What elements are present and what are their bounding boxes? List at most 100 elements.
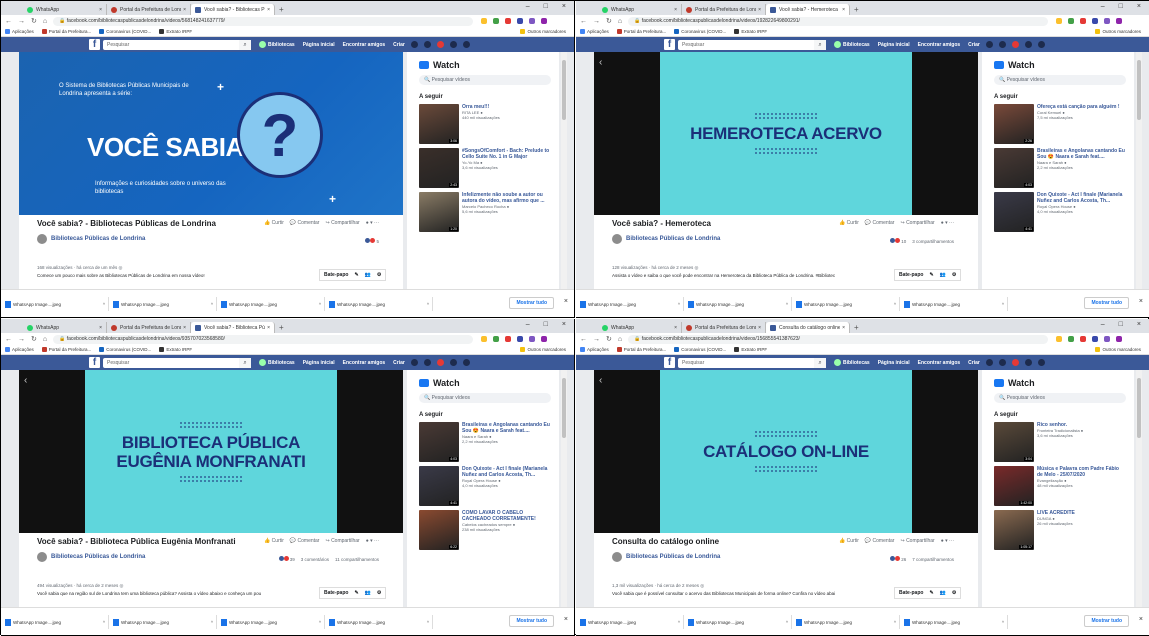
tab-prefeitura[interactable]: Portal da Prefeitura de Londrina×	[682, 4, 766, 15]
share-count[interactable]: 3 compartilhamentos	[912, 239, 954, 244]
up-next-item[interactable]: 4:41 Don Quixote - Act I finale (Marianel…	[419, 466, 555, 506]
extension-icon[interactable]	[541, 18, 548, 24]
maximize-icon[interactable]: □	[1119, 321, 1123, 328]
more-icon[interactable]: ● ▾ ···	[941, 538, 954, 544]
bookmark-item[interactable]: Aplicações	[580, 347, 609, 352]
tab-facebook-active[interactable]: Você sabia? - Hemeroteca ×	[766, 4, 850, 15]
bookmark-item[interactable]: Extrato IRPF	[734, 347, 767, 352]
tab-whatsapp[interactable]: WhatsApp ×	[598, 4, 682, 15]
close-window-icon[interactable]: ×	[562, 321, 566, 328]
forward-icon[interactable]: →	[18, 336, 25, 343]
close-download-icon[interactable]: ×	[564, 616, 568, 623]
facebook-logo[interactable]: f	[664, 357, 675, 368]
extension-icon[interactable]	[505, 336, 512, 342]
back-arrow-icon[interactable]: ‹	[24, 375, 27, 386]
download-item[interactable]: WhatsApp Image....jpeg ^	[904, 297, 1008, 311]
tab-facebook-active[interactable]: Você sabia? - Biblioteca Públic×	[191, 322, 275, 333]
video-thumbnail[interactable]: 4:03	[419, 422, 459, 462]
search-icon[interactable]: ⌕	[239, 357, 251, 368]
download-item[interactable]: WhatsApp Image....jpeg ^	[580, 297, 684, 311]
extension-icon[interactable]	[505, 18, 512, 24]
bookmark-item[interactable]: Coronavirus (COVID...	[674, 347, 726, 352]
watch-search-input[interactable]: 🔍 Pesquisar vídeos	[994, 393, 1126, 403]
up-next-item[interactable]: 1:20 Infelizmente não soube a autor ou au…	[419, 192, 555, 232]
messenger-icon[interactable]	[423, 41, 431, 48]
watch-search-input[interactable]: 🔍 Pesquisar vídeos	[419, 393, 551, 403]
bookmark-item[interactable]: Portal da Prefeitura...	[41, 347, 91, 352]
fb-nav-3[interactable]: Criar	[968, 360, 980, 366]
share-count[interactable]: 7 compartilhamentos	[912, 557, 954, 562]
settings-icon[interactable]: ⚙	[952, 590, 956, 596]
video-thumbnail[interactable]: 3:06	[419, 104, 459, 144]
video-thumbnail[interactable]: 1:42:00	[994, 466, 1034, 506]
tab-whatsapp[interactable]: WhatsApp ×	[23, 322, 107, 333]
other-bookmarks[interactable]: Outros marcadores	[1095, 29, 1141, 34]
notifications-icon[interactable]	[436, 41, 444, 48]
close-icon[interactable]: ×	[674, 7, 677, 13]
facebook-logo[interactable]: f	[664, 39, 675, 50]
scroll-thumb[interactable]	[562, 378, 566, 438]
compose-icon[interactable]: ✎	[354, 272, 358, 278]
bookmark-item[interactable]: Coronavirus (COVID...	[674, 29, 726, 34]
close-download-icon[interactable]: ×	[1139, 298, 1143, 305]
maximize-icon[interactable]: □	[544, 321, 548, 328]
up-next-item[interactable]: 1:05:17 LIVE ACREDITE DUNGA ● 26 mil visual…	[994, 510, 1130, 550]
friends-icon[interactable]	[410, 41, 418, 48]
tab-prefeitura[interactable]: Portal da Prefeitura de Londrina×	[682, 322, 766, 333]
forward-icon[interactable]: →	[593, 336, 600, 343]
chat-bar[interactable]: Bate-papo ✎ 👥 ⚙	[319, 587, 387, 599]
chevron-up-icon[interactable]: ^	[894, 302, 896, 307]
chevron-up-icon[interactable]: ^	[1002, 302, 1004, 307]
friends-icon[interactable]	[410, 359, 418, 366]
reaction-count[interactable]: 39	[278, 556, 295, 562]
chevron-up-icon[interactable]: ^	[894, 620, 896, 625]
tab-facebook-active[interactable]: Consulta do catálogo online ×	[766, 322, 850, 333]
minimize-icon[interactable]: –	[526, 321, 530, 328]
url-field[interactable]: 🔒 facebook.com/bibliotecaspublicasdelond…	[628, 334, 1049, 344]
close-window-icon[interactable]: ×	[1137, 3, 1141, 10]
extension-icon[interactable]	[481, 18, 488, 24]
compose-icon[interactable]: ✎	[354, 590, 358, 596]
extension-icon[interactable]	[529, 18, 536, 24]
reload-icon[interactable]: ↻	[31, 17, 37, 25]
close-download-icon[interactable]: ×	[1139, 616, 1143, 623]
bookmark-item[interactable]: Coronavirus (COVID...	[99, 347, 151, 352]
new-tab-button[interactable]: +	[275, 322, 288, 333]
action-2[interactable]: ↪ Compartilhar	[900, 220, 934, 226]
extension-icon[interactable]	[1116, 18, 1123, 24]
bookmark-item[interactable]: Aplicações	[5, 347, 34, 352]
messenger-icon[interactable]	[423, 359, 431, 366]
up-next-item[interactable]: 1:42:00 Música e Palavra com Padre Fábio …	[994, 466, 1130, 506]
settings-icon[interactable]: ⚙	[377, 590, 381, 596]
share-count[interactable]: 11 compartilhamentos	[335, 557, 379, 562]
extension-icon[interactable]	[1068, 336, 1075, 342]
close-icon[interactable]: ×	[99, 325, 102, 331]
bookmark-item[interactable]: Extrato IRPF	[734, 29, 767, 34]
fb-nav-0[interactable]: Bibliotecas	[834, 41, 870, 48]
item-title[interactable]: Brasileiras e Angolanas cantando Eu Sou …	[462, 422, 550, 434]
download-item[interactable]: WhatsApp Image....jpeg ^	[113, 297, 217, 311]
chevron-up-icon[interactable]: ^	[211, 302, 213, 307]
extension-icon[interactable]	[1080, 18, 1087, 24]
back-arrow-icon[interactable]: ‹	[599, 375, 602, 386]
chevron-up-icon[interactable]: ^	[1002, 620, 1004, 625]
extension-icon[interactable]	[1092, 18, 1099, 24]
extension-icon[interactable]	[493, 18, 500, 24]
new-tab-button[interactable]: +	[850, 322, 863, 333]
settings-icon[interactable]: ⚙	[952, 272, 956, 278]
extension-icon[interactable]	[1056, 18, 1063, 24]
bookmark-item[interactable]: Portal da Prefeitura...	[41, 29, 91, 34]
chevron-up-icon[interactable]: ^	[678, 620, 680, 625]
download-item[interactable]: WhatsApp Image....jpeg ^	[688, 615, 792, 629]
comment-count[interactable]: 3 comentários	[301, 557, 329, 562]
menu-icon[interactable]	[462, 41, 470, 48]
up-next-item[interactable]: 6:22 COMO LAVAR O CABELO CACHEADO CORRETA…	[419, 510, 555, 550]
fb-nav-0[interactable]: Bibliotecas	[834, 359, 870, 366]
fb-nav-0[interactable]: Bibliotecas	[259, 41, 295, 48]
show-all-button[interactable]: Mostrar tudo	[509, 297, 554, 309]
bookmark-item[interactable]: Extrato IRPF	[159, 29, 192, 34]
menu-icon[interactable]	[1037, 41, 1045, 48]
video-thumbnail[interactable]: 1:05:17	[994, 510, 1034, 550]
video-thumbnail[interactable]: 6:22	[419, 510, 459, 550]
reload-icon[interactable]: ↻	[606, 17, 612, 25]
